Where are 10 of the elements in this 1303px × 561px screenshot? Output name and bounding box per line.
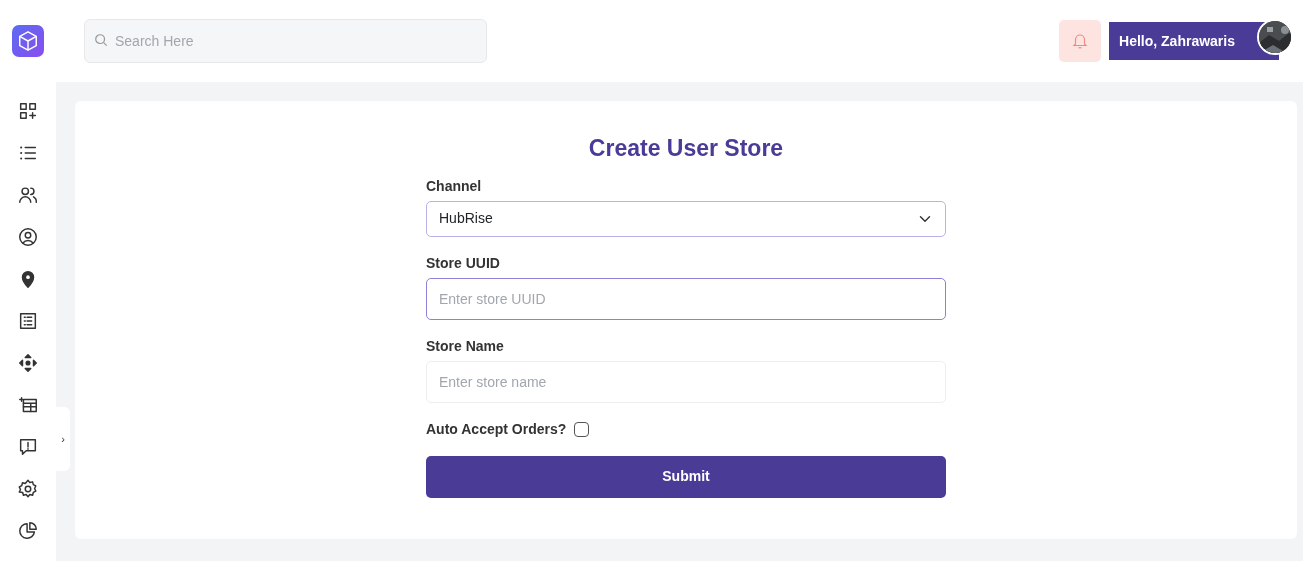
text-field[interactable]: Enter store UUID xyxy=(426,277,946,320)
submit-button[interactable]: Submit xyxy=(426,455,946,498)
field-label: Store UUID xyxy=(426,253,501,273)
channel-select[interactable]: HubRise xyxy=(426,200,946,237)
field-label: Auto Accept Orders? xyxy=(426,419,567,439)
sidebar-toggle[interactable]: › xyxy=(56,407,70,471)
field-label: Store Name xyxy=(426,336,505,356)
field-label: Channel xyxy=(426,176,483,196)
form-title: Create User Store xyxy=(588,134,784,163)
search-field[interactable]: Search Here xyxy=(84,19,487,63)
